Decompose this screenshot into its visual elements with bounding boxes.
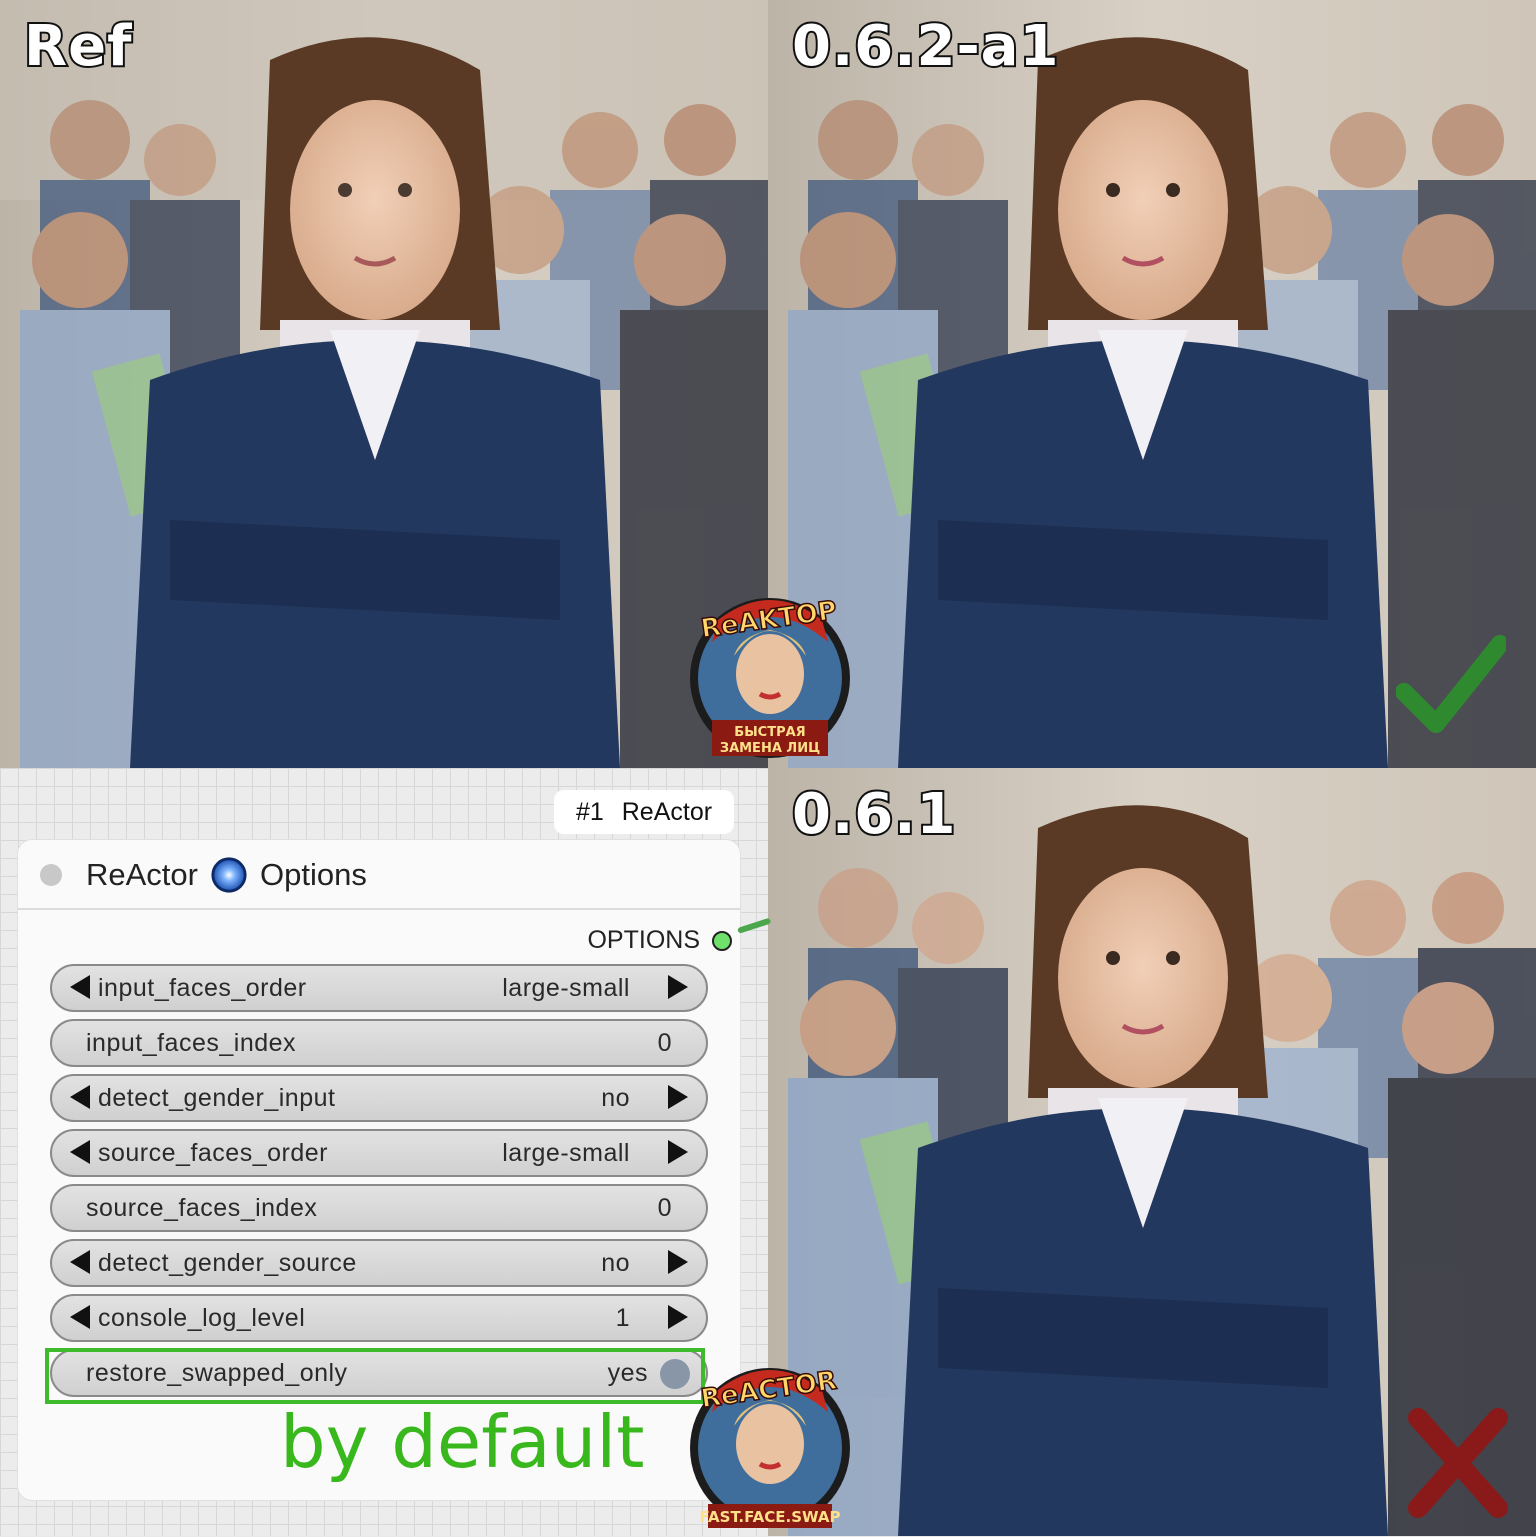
widget-source-faces-index[interactable]: source_faces_index 0 [50,1184,708,1232]
widget-label: console_log_level [98,1304,306,1332]
widget-value: large-small [502,974,630,1002]
v061-photo-panel: 0.6.1 [768,768,1536,1536]
increment-arrow-icon[interactable] [668,1305,688,1329]
logo-caption-1: БЫСТРАЯ [734,725,805,740]
widget-console-log-level[interactable]: console_log_level 1 [50,1294,708,1342]
node-title: ReActor Options [86,856,367,894]
logo-caption-2: ЗАМЕНА ЛИЦ [720,741,820,756]
increment-arrow-icon[interactable] [668,1250,688,1274]
ref-label: Ref [22,12,133,81]
widget-detect-gender-input[interactable]: detect_gender_input no [50,1074,708,1122]
widget-value: 0 [657,1029,672,1057]
node-id: #1 [575,797,604,826]
checkmark-icon [1396,635,1506,733]
logo-caption: FAST.FACE.SWAP [700,1508,841,1526]
photo-woman-suit-ref [0,0,768,768]
widget-value: 0 [657,1194,672,1222]
decrement-arrow-icon[interactable] [70,1085,90,1109]
reactor-orb-icon [211,857,247,893]
increment-arrow-icon[interactable] [668,1140,688,1164]
widget-value: large-small [502,1139,630,1167]
highlight-box-restore-swapped-only [45,1348,705,1404]
a1-photo-panel: 0.6.2-a1 [768,0,1536,768]
a1-label: 0.6.2-a1 [790,12,1060,81]
widget-value: no [601,1249,630,1277]
v061-label: 0.6.1 [790,780,957,849]
output-connector[interactable] [712,930,732,951]
decrement-arrow-icon[interactable] [70,1140,90,1164]
decrement-arrow-icon[interactable] [70,1250,90,1274]
widget-label: source_faces_index [86,1194,318,1222]
output-label: OPTIONS [587,926,700,954]
increment-arrow-icon[interactable] [668,975,688,999]
widget-input-faces-order[interactable]: input_faces_order large-small [50,964,708,1012]
node-badge-name: ReActor [621,797,713,826]
widget-label: detect_gender_source [98,1249,357,1277]
reactor-logo-bottom: ReACTOR FAST.FACE.SWAP [682,1356,858,1532]
widget-value: 1 [615,1304,630,1332]
decrement-arrow-icon[interactable] [70,975,90,999]
ref-photo-panel: Ref [0,0,768,768]
by-default-annotation: by default [280,1400,645,1484]
node-title-right: Options [259,857,367,892]
output-slot[interactable]: OPTIONS [587,926,732,955]
cross-icon [1408,1408,1508,1518]
widget-source-faces-order[interactable]: source_faces_order large-small [50,1129,708,1177]
widget-label: input_faces_index [86,1029,297,1057]
widget-label: input_faces_order [98,974,307,1002]
decrement-arrow-icon[interactable] [70,1305,90,1329]
widget-value: no [601,1084,630,1112]
widget-input-faces-index[interactable]: input_faces_index 0 [50,1019,708,1067]
node-id-badge[interactable]: #1 ReActor [554,790,734,834]
node-title-left: ReActor [86,857,198,892]
reaktor-logo-top: ReAKTOP БЫСТРАЯ ЗАМЕНА ЛИЦ [682,586,858,762]
widget-label: detect_gender_input [98,1084,336,1112]
widget-label: source_faces_order [98,1139,328,1167]
node-header[interactable]: ReActor Options [18,840,740,910]
widget-detect-gender-source[interactable]: detect_gender_source no [50,1239,708,1287]
increment-arrow-icon[interactable] [668,1085,688,1109]
node-status-dot[interactable] [40,864,62,886]
